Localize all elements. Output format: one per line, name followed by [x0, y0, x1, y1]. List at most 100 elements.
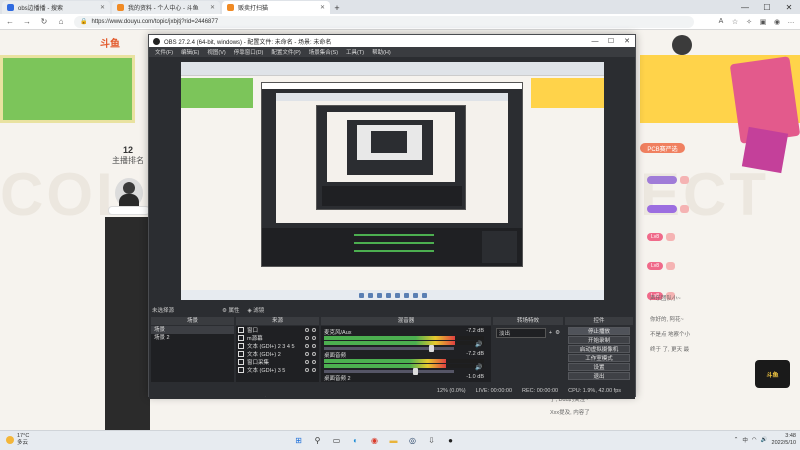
close-tab-icon[interactable]: ✕ — [100, 4, 105, 11]
source-item[interactable]: 文本 (GDI+) 2 3 4 5 — [236, 342, 319, 350]
obs-logo-icon — [153, 37, 160, 45]
virtual-camera-button[interactable]: 启动虚拟摄像机 — [568, 345, 630, 353]
profile-icon[interactable]: ◉ — [770, 15, 784, 29]
back-icon[interactable]: ← — [3, 15, 17, 29]
visibility-icon[interactable] — [305, 328, 309, 332]
browser-tab-1[interactable]: obs边播播 - 搜索 ✕ — [2, 1, 110, 14]
maximize-button[interactable]: ☐ — [756, 0, 778, 14]
scene-item[interactable]: 场景 2 — [151, 334, 234, 342]
exit-button[interactable]: 退出 — [568, 372, 630, 380]
lock-icon[interactable] — [312, 360, 316, 364]
menu-help[interactable]: 帮助(H) — [372, 48, 391, 56]
menu-scene-collection[interactable]: 场景集合(S) — [309, 48, 338, 56]
chat-message: 不是点 地察个小 — [650, 332, 691, 338]
side-pill-row[interactable]: Lv8 — [647, 233, 676, 241]
collections-icon[interactable]: ▣ — [756, 15, 770, 29]
source-item[interactable]: 文本 (GDI+) 3 5 — [236, 366, 319, 374]
obs-icon[interactable]: ● — [444, 434, 457, 447]
visibility-icon[interactable] — [305, 360, 309, 364]
side-pill-row[interactable] — [647, 205, 689, 213]
visibility-icon[interactable] — [305, 336, 309, 340]
steam-icon[interactable]: ◎ — [406, 434, 419, 447]
browser-tab-3[interactable]: 贩卖打扫猫 ✕ — [222, 1, 330, 14]
address-bar-input[interactable]: 🔒 https://www.douyu.com/topic/jxbjtj?rid… — [74, 15, 694, 28]
input-language[interactable]: 中 — [742, 436, 748, 444]
wifi-icon[interactable]: ◠ — [752, 437, 757, 443]
chat-message: 声乐团队小~ — [650, 296, 681, 302]
volume-icon[interactable]: 🔊 — [761, 437, 768, 443]
source-item[interactable]: 窗口 — [236, 326, 319, 334]
heart-icon — [680, 176, 689, 184]
start-recording-button[interactable]: 开始录制 — [568, 336, 630, 344]
menu-profile[interactable]: 配置文件(P) — [271, 48, 300, 56]
minimize-button[interactable]: — — [734, 0, 756, 14]
filters-button[interactable]: ◈ 滤镜 — [248, 306, 265, 314]
weather-icon — [6, 436, 14, 444]
visibility-icon[interactable] — [305, 368, 309, 372]
favorite-icon[interactable]: ☆ — [728, 15, 742, 29]
stop-streaming-button[interactable]: 停止播放 — [568, 327, 630, 335]
side-pill-row[interactable]: Lv8 — [647, 262, 676, 270]
add-transition-icon[interactable]: + — [549, 330, 552, 336]
mixer-dock-title: 混音器 — [321, 317, 491, 325]
scene-item[interactable]: 场景 — [151, 326, 234, 334]
menu-view[interactable]: 视图(V) — [207, 48, 225, 56]
dark-panel — [105, 217, 150, 430]
source-item[interactable]: 文本 (GDI+) 2 — [236, 350, 319, 358]
more-icon[interactable]: … — [784, 15, 798, 29]
minimize-button[interactable]: — — [587, 35, 603, 47]
visibility-icon[interactable] — [305, 352, 309, 356]
tray-chevron-icon[interactable]: ⌃ — [734, 437, 739, 443]
transition-select[interactable]: 淡出 + ⚙ — [493, 326, 563, 340]
side-pill-row[interactable] — [647, 176, 689, 184]
obs-preview-canvas[interactable] — [181, 62, 604, 300]
close-tab-icon[interactable]: ✕ — [320, 4, 325, 11]
visibility-icon[interactable] — [305, 344, 309, 348]
source-item[interactable]: 窗口采集 — [236, 358, 319, 366]
search-icon[interactable]: ⚲ — [311, 434, 324, 447]
volume-slider[interactable] — [324, 345, 454, 352]
lock-icon[interactable] — [312, 328, 316, 332]
menu-edit[interactable]: 编辑(E) — [181, 48, 199, 56]
close-tab-icon[interactable]: ✕ — [210, 4, 215, 11]
close-window-button[interactable]: ✕ — [778, 0, 800, 14]
lock-icon[interactable] — [312, 352, 316, 356]
edge-icon[interactable]: ◐ — [349, 434, 362, 447]
volume-slider[interactable] — [324, 368, 454, 375]
windows-icon[interactable]: ⊞ — [292, 434, 305, 447]
obs-window: OBS 27.2.4 (64-bit, windows) - 配置文件: 未命名… — [148, 34, 636, 399]
home-icon[interactable]: ⌂ — [54, 15, 68, 29]
new-tab-button[interactable]: + — [330, 1, 344, 14]
speaker-icon[interactable]: 🔊 — [475, 364, 482, 371]
lock-icon[interactable] — [312, 336, 316, 340]
read-aloud-icon[interactable]: A — [714, 15, 728, 29]
taskview-icon[interactable]: ▭ — [330, 434, 343, 447]
volume-meter — [324, 336, 484, 340]
settings-button[interactable]: 设置 — [568, 363, 630, 371]
source-item[interactable]: m源幕 — [236, 334, 319, 342]
weather-widget[interactable]: 17°C 多云 — [6, 433, 29, 447]
menu-file[interactable]: 文件(F) — [155, 48, 173, 56]
menu-tools[interactable]: 工具(T) — [346, 48, 364, 56]
maximize-button[interactable]: ☐ — [603, 35, 619, 47]
url-text: https://www.douyu.com/topic/jxbjtj?rid=2… — [91, 18, 219, 25]
speaker-icon[interactable]: 🔊 — [475, 341, 482, 348]
lock-icon[interactable] — [312, 368, 316, 372]
refresh-icon[interactable]: ↻ — [37, 15, 51, 29]
apps-icon[interactable]: ⇩ — [425, 434, 438, 447]
close-window-button[interactable]: ✕ — [619, 35, 635, 47]
side-pill[interactable]: PCB赛严选 — [640, 143, 685, 153]
extensions-icon[interactable]: ✧ — [742, 15, 756, 29]
anchor-avatar[interactable] — [115, 178, 143, 208]
files-icon[interactable]: ▬ — [387, 434, 400, 447]
chrome-icon[interactable]: ◉ — [368, 434, 381, 447]
properties-button[interactable]: ⚙ 属性 — [222, 306, 239, 314]
clock[interactable]: 3:48 2022/5/10 — [772, 433, 796, 447]
transition-name: 淡出 — [496, 328, 546, 338]
menu-docks[interactable]: 停靠窗口(D) — [234, 48, 264, 56]
studio-mode-button[interactable]: 工作室模式 — [568, 354, 630, 362]
gear-icon[interactable]: ⚙ — [555, 330, 560, 336]
lock-icon[interactable] — [312, 344, 316, 348]
browser-tab-2[interactable]: 我的资料 - 个人中心 - 斗鱼 ✕ — [112, 1, 220, 14]
forward-icon[interactable]: → — [20, 15, 34, 29]
